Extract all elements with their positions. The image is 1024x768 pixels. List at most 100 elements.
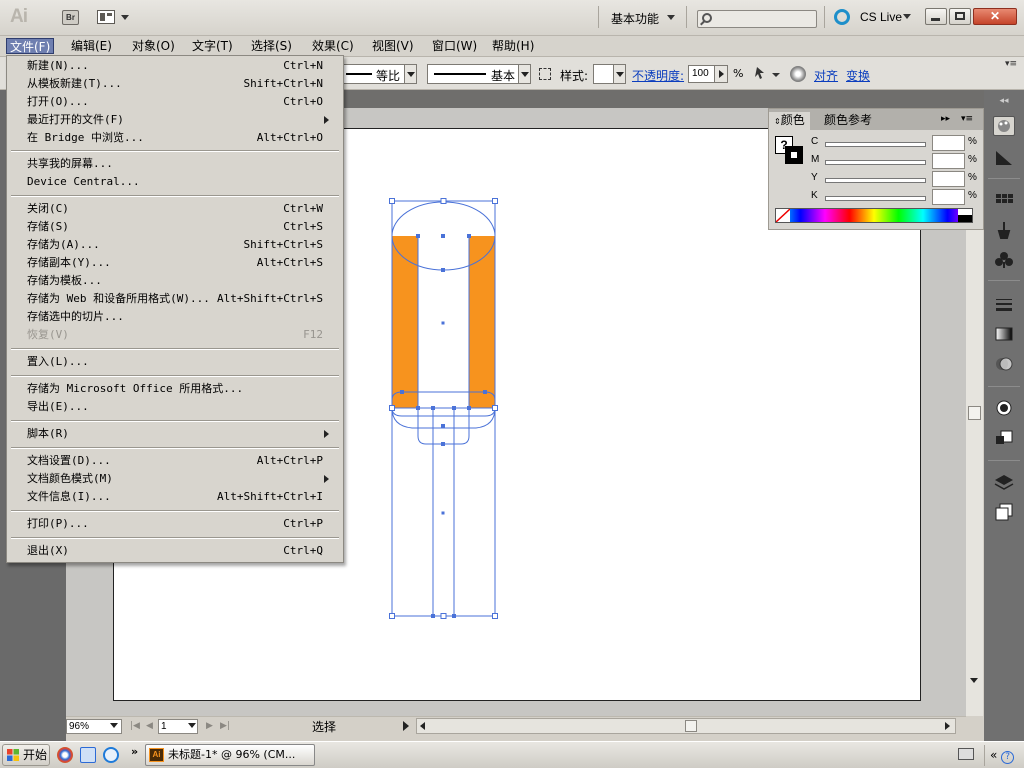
stroke-swatch-icon[interactable]	[785, 146, 803, 164]
last-page-icon[interactable]: ▶|	[220, 721, 230, 731]
black-swatch[interactable]	[958, 215, 972, 222]
chevron-down-icon[interactable]	[110, 723, 118, 728]
minimize-button[interactable]	[925, 8, 947, 25]
brushes-icon[interactable]	[993, 220, 1015, 240]
menu-item-open-recent[interactable]: 最近打开的文件(F)	[27, 111, 329, 129]
artwork[interactable]	[380, 190, 510, 630]
taskbar-item-illustrator[interactable]: Ai 未标题-1* @ 96% (CM...	[145, 744, 315, 766]
menu-window[interactable]: 窗口(W)	[429, 38, 480, 54]
menu-edit[interactable]: 编辑(E)	[68, 38, 115, 54]
status-tool-name[interactable]: 选择	[234, 718, 414, 734]
menu-item-open[interactable]: 打开(O)... Ctrl+O	[27, 93, 329, 111]
layers-icon[interactable]	[993, 472, 1015, 492]
panel-menu-icon[interactable]: ▾≡	[961, 114, 973, 124]
menu-type[interactable]: 文字(T)	[189, 38, 236, 54]
orange-bar-right[interactable]	[469, 236, 495, 408]
color-panel-icon[interactable]	[993, 116, 1015, 136]
menu-item-save-copy[interactable]: 存储副本(Y)... Alt+Ctrl+S	[27, 254, 329, 272]
media-player-icon[interactable]	[57, 747, 73, 763]
menu-item-exit[interactable]: 退出(X) Ctrl+Q	[27, 542, 329, 560]
tab-color-guide[interactable]: 颜色参考	[819, 112, 877, 130]
close-button[interactable]: ✕	[973, 8, 1017, 25]
magenta-field[interactable]	[932, 153, 965, 169]
workspace-switcher[interactable]: 基本功能	[611, 10, 659, 27]
chevron-right-icon[interactable]	[403, 721, 409, 731]
chevron-right-double-icon[interactable]: »	[131, 745, 138, 758]
anchor-point[interactable]	[483, 390, 487, 394]
appearance-icon[interactable]	[993, 398, 1015, 418]
menu-item-place[interactable]: 置入(L)...	[27, 353, 329, 371]
anchor-point[interactable]	[416, 234, 420, 238]
anchor-point[interactable]	[452, 614, 456, 618]
arrange-documents-button[interactable]	[97, 9, 130, 26]
keyboard-icon[interactable]	[958, 748, 974, 760]
first-page-icon[interactable]: |◀	[130, 721, 140, 731]
bounding-handle[interactable]	[492, 198, 498, 204]
scroll-right-icon[interactable]	[945, 722, 950, 730]
menu-item-save-selected-slices[interactable]: 存储选中的切片...	[27, 308, 329, 326]
tab-color[interactable]: ⇕颜色	[769, 112, 810, 130]
dropdown-button[interactable]	[613, 65, 625, 83]
horizontal-scrollbar[interactable]	[416, 718, 956, 734]
bounding-handle[interactable]	[492, 613, 498, 619]
bounding-handle[interactable]	[492, 405, 498, 411]
menu-item-save-for-web[interactable]: 存储为 Web 和设备所用格式(W)... Alt+Shift+Ctrl+S	[27, 290, 329, 308]
search-input[interactable]	[697, 10, 817, 28]
menu-item-print[interactable]: 打印(P)... Ctrl+P	[27, 515, 329, 533]
select-similar-icon[interactable]	[754, 65, 770, 81]
swatches-icon[interactable]	[993, 190, 1015, 210]
menu-file[interactable]: 文件(F)	[6, 38, 55, 54]
anchor-point[interactable]	[441, 442, 445, 446]
black-field[interactable]	[932, 189, 965, 205]
bounding-handle[interactable]	[389, 198, 395, 204]
anchor-point[interactable]	[431, 406, 435, 410]
yellow-field[interactable]	[932, 171, 965, 187]
cs-live-button[interactable]: CS Live	[860, 10, 902, 24]
dropdown-button[interactable]	[404, 65, 416, 83]
orange-bar-left[interactable]	[392, 236, 418, 408]
menu-effect[interactable]: 效果(C)	[309, 38, 357, 54]
tray-expand-icon[interactable]: « ?	[984, 745, 1022, 766]
menu-item-scripts[interactable]: 脚本(R)	[27, 425, 329, 443]
stroke-profile-dropdown[interactable]: 等比	[343, 64, 417, 84]
anchor-point[interactable]	[467, 406, 471, 410]
magenta-slider[interactable]	[825, 160, 926, 165]
menu-item-save-for-office[interactable]: 存储为 Microsoft Office 所用格式...	[27, 380, 329, 398]
menu-item-file-info[interactable]: 文件信息(I)... Alt+Shift+Ctrl+I	[27, 488, 329, 506]
bounding-handle[interactable]	[440, 198, 447, 204]
symbols-icon[interactable]	[993, 250, 1015, 270]
menu-item-share-screen[interactable]: 共享我的屏幕...	[27, 155, 329, 173]
transparency-icon[interactable]	[993, 354, 1015, 374]
anchor-point[interactable]	[467, 234, 471, 238]
panel-menu-icon[interactable]: ▾≡	[1005, 60, 1019, 70]
anchor-point[interactable]	[431, 614, 435, 618]
brush-definition-dropdown[interactable]: 基本	[427, 64, 531, 84]
bridge-button[interactable]: Br	[62, 10, 79, 25]
restore-button[interactable]	[949, 8, 971, 25]
black-slider[interactable]	[825, 196, 926, 201]
menu-item-save[interactable]: 存储(S) Ctrl+S	[27, 218, 329, 236]
next-page-icon[interactable]: ▶	[206, 721, 213, 731]
anchor-point[interactable]	[400, 390, 404, 394]
opacity-slider-button[interactable]	[714, 66, 727, 82]
bounding-handle[interactable]	[389, 613, 395, 619]
menu-item-save-as-template[interactable]: 存储为模板...	[27, 272, 329, 290]
menu-item-browse-in-bridge[interactable]: 在 Bridge 中浏览... Alt+Ctrl+O	[27, 129, 329, 147]
stroke-icon[interactable]	[993, 294, 1015, 314]
cyan-field[interactable]	[932, 135, 965, 151]
fill-stroke-swatch[interactable]: ?	[775, 136, 805, 166]
collapse-panel-icon[interactable]: ▸▸	[941, 114, 950, 124]
graphic-styles-icon[interactable]	[993, 428, 1015, 448]
menu-item-export[interactable]: 导出(E)...	[27, 398, 329, 416]
menu-item-new[interactable]: 新建(N)... Ctrl+N	[27, 57, 329, 75]
align-link[interactable]: 对齐	[814, 67, 838, 84]
menu-object[interactable]: 对象(O)	[129, 38, 178, 54]
cyan-slider[interactable]	[825, 142, 926, 147]
anchor-point[interactable]	[441, 268, 445, 272]
gradient-icon[interactable]	[993, 324, 1015, 344]
document-setup-icon[interactable]	[790, 66, 806, 82]
yellow-slider[interactable]	[825, 178, 926, 183]
menu-help[interactable]: 帮助(H)	[489, 38, 537, 54]
anchor-point[interactable]	[441, 234, 445, 238]
internet-explorer-icon[interactable]	[103, 747, 119, 763]
